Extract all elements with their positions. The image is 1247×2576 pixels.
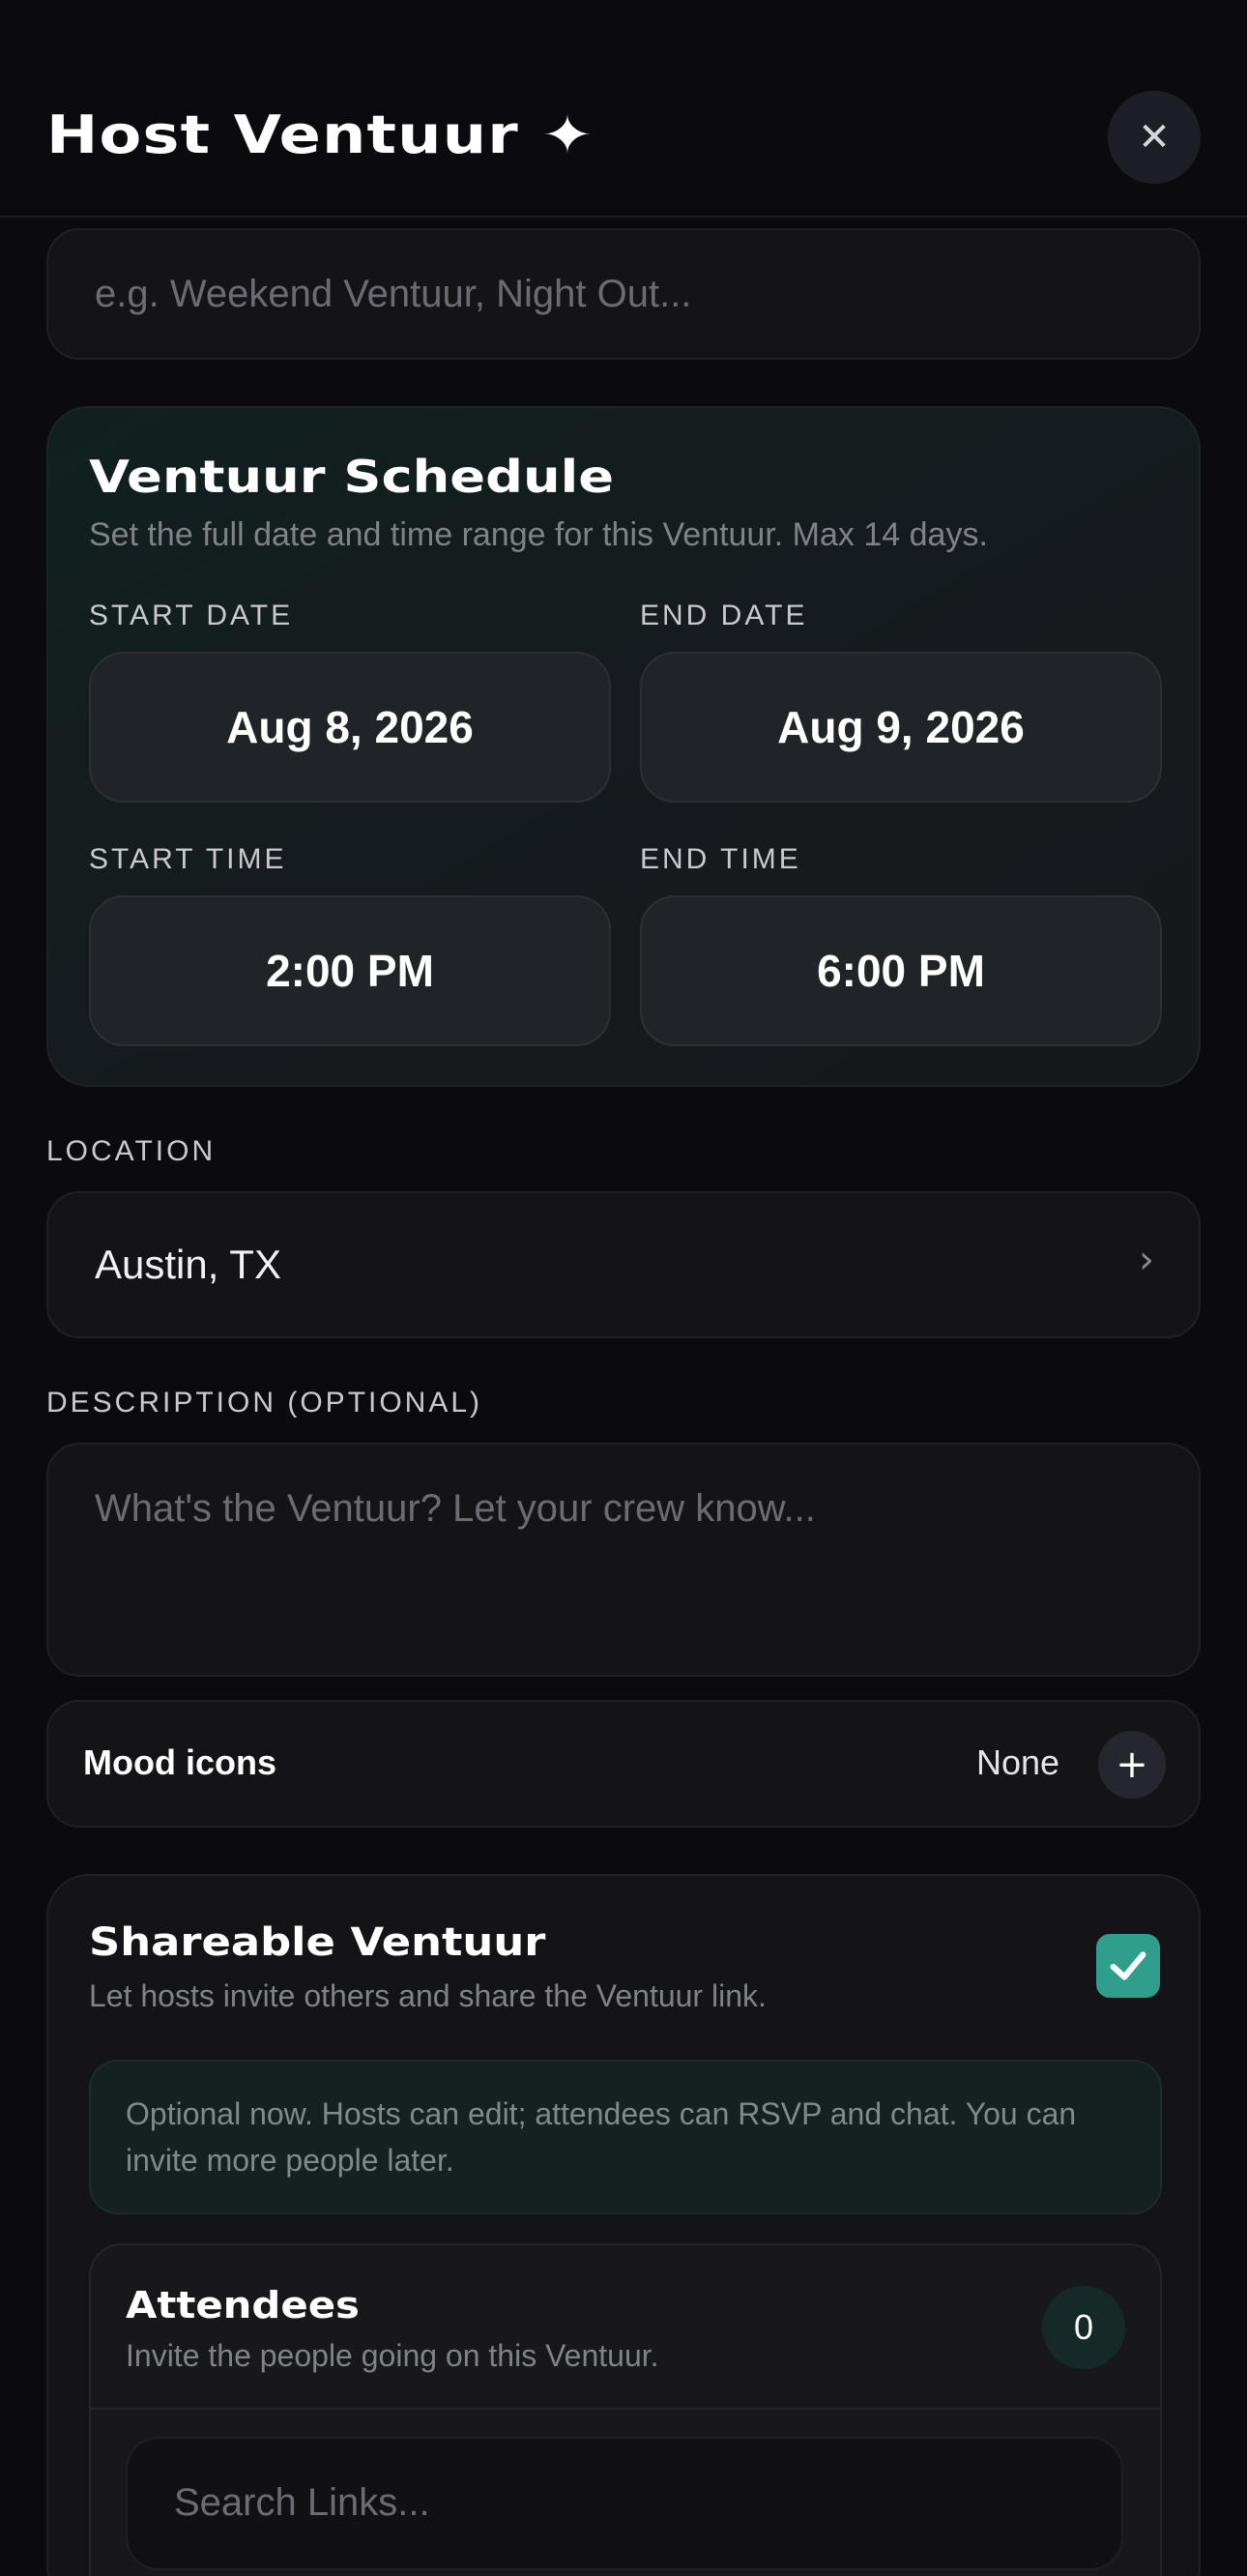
search-links-placeholder: Search Links... (174, 2481, 430, 2524)
attendees-subtitle: Invite the people going on this Ventuur. (126, 2338, 659, 2373)
attendees-title: Attendees (126, 2284, 360, 2327)
ventuur-name-placeholder: e.g. Weekend Ventuur, Night Out... (95, 273, 692, 315)
location-picker[interactable]: Austin, TX › (46, 1191, 1201, 1338)
start-time-label: START TIME (89, 843, 287, 875)
plus-icon: + (1116, 1742, 1148, 1787)
divider (91, 2408, 1160, 2410)
shareable-subtitle: Let hosts invite others and share the Ve… (89, 1978, 767, 2013)
schedule-title: Ventuur Schedule (89, 451, 615, 503)
description-textarea[interactable]: What's the Ventuur? Let your crew know..… (46, 1443, 1201, 1677)
mood-icons-label: Mood icons (83, 1742, 276, 1782)
schedule-card: Ventuur Schedule Set the full date and t… (46, 406, 1201, 1087)
checkmark-icon (1110, 1951, 1146, 1980)
end-date-button[interactable]: Aug 9, 2026 (640, 652, 1162, 803)
shareable-checkbox[interactable] (1096, 1934, 1160, 1998)
modal-title: Host Ventuur ✦ (46, 104, 594, 165)
ventuur-name-input[interactable]: e.g. Weekend Ventuur, Night Out... (46, 228, 1201, 360)
end-time-button[interactable]: 6:00 PM (640, 895, 1162, 1046)
attendees-count-badge: 0 (1042, 2286, 1125, 2369)
end-date-label: END DATE (640, 600, 808, 631)
shareable-title: Shareable Ventuur (89, 1920, 546, 1965)
location-value: Austin, TX (95, 1242, 281, 1287)
start-time-button[interactable]: 2:00 PM (89, 895, 611, 1046)
start-date-label: START DATE (89, 600, 294, 631)
location-label: LOCATION (46, 1135, 217, 1167)
start-date-button[interactable]: Aug 8, 2026 (89, 652, 611, 803)
shareable-note: Optional now. Hosts can edit; attendees … (89, 2060, 1162, 2214)
mood-icons-value: None (976, 1742, 1060, 1782)
schedule-subtitle: Set the full date and time range for thi… (89, 516, 988, 553)
attendees-card: Attendees Invite the people going on thi… (89, 2243, 1162, 2576)
add-mood-button[interactable]: + (1098, 1731, 1166, 1799)
description-placeholder: What's the Ventuur? Let your crew know..… (95, 1487, 816, 1530)
description-label: DESCRIPTION (OPTIONAL) (46, 1387, 483, 1419)
close-button[interactable]: ✕ (1108, 91, 1201, 184)
modal-header: Host Ventuur ✦ ✕ (0, 0, 1247, 218)
chevron-right-icon: › (1139, 1238, 1154, 1282)
shareable-card: Shareable Ventuur Let hosts invite other… (46, 1874, 1201, 2576)
mood-icons-row[interactable]: Mood icons None + (46, 1700, 1201, 1828)
end-time-label: END TIME (640, 843, 801, 875)
search-links-input[interactable]: Search Links... (126, 2437, 1123, 2570)
close-icon: ✕ (1138, 115, 1171, 160)
